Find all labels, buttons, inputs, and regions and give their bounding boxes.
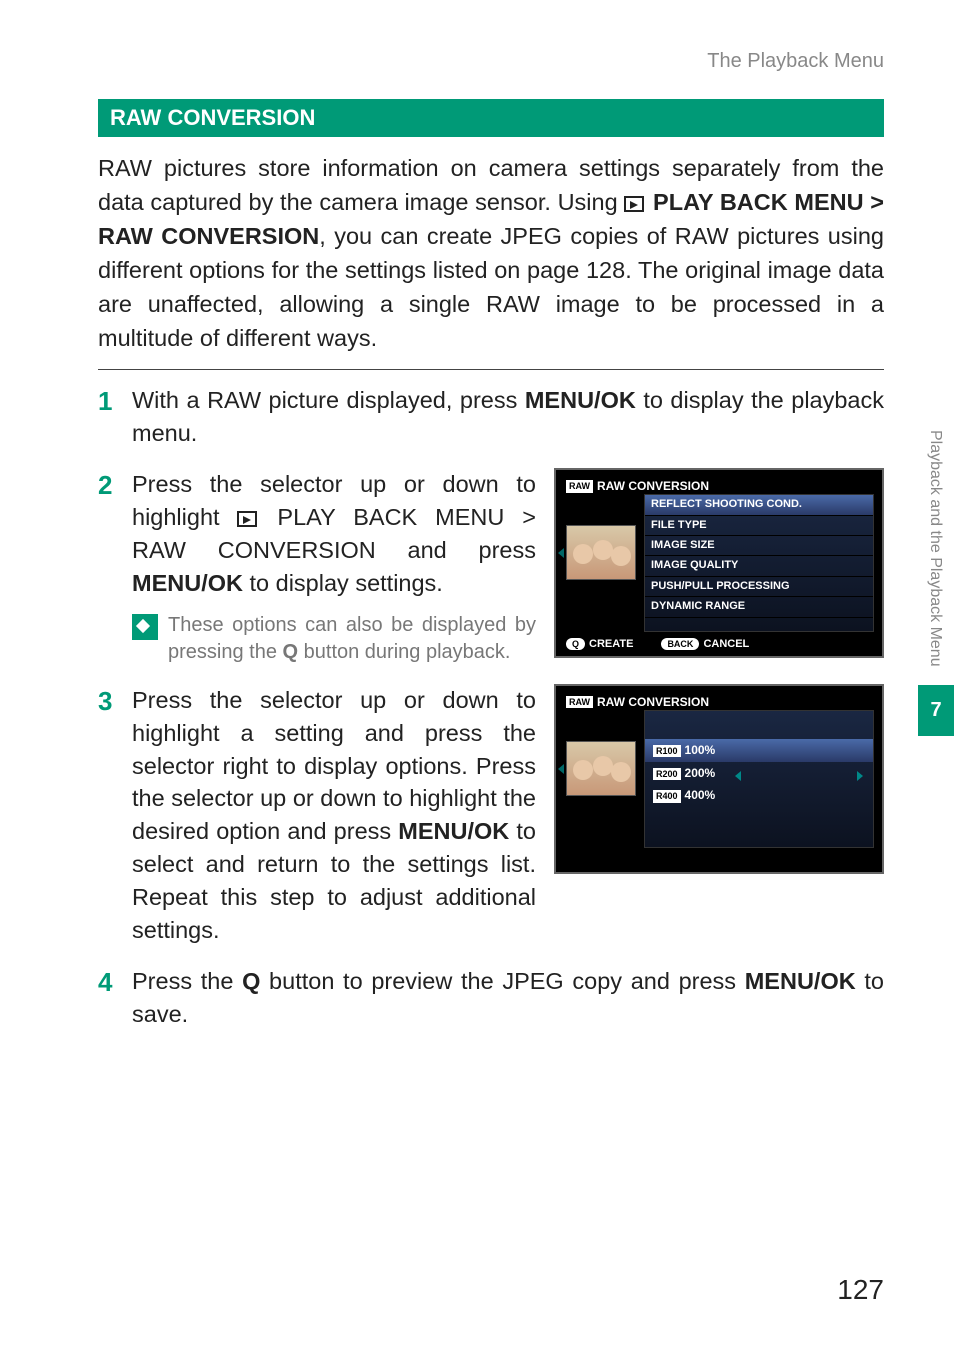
breadcrumb: The Playback Menu xyxy=(98,50,884,73)
option-row-selected: R100 100% xyxy=(645,739,873,762)
menu-item: PUSH/PULL PROCESSING xyxy=(645,577,873,597)
q-button-label: Q xyxy=(242,968,260,994)
option-badge: R100 xyxy=(653,745,681,758)
step-body: Press the selector up or down to highlig… xyxy=(132,684,884,947)
intro-paragraph: RAW pictures store information on camera… xyxy=(98,151,884,355)
menu-ok-label: MENU/OK xyxy=(525,387,636,413)
menu-ok-label: MENU/OK xyxy=(398,818,509,844)
step-body: With a RAW picture displayed, press MENU… xyxy=(132,384,884,450)
screen2-options: R100 100% R200 200% R400 400% xyxy=(644,710,874,848)
screen2-title-text: RAW CONVERSION xyxy=(597,695,709,709)
option-label: 200% xyxy=(685,766,716,780)
step-3: 3 Press the selector up or down to highl… xyxy=(98,684,884,947)
option-label: 400% xyxy=(685,788,716,802)
step2-text-b: and press xyxy=(376,537,536,563)
side-tab-chapter: 7 xyxy=(918,685,954,736)
menu-item: DYNAMIC RANGE xyxy=(645,597,873,617)
left-arrow-icon xyxy=(558,548,564,558)
screen1-title-text: RAW CONVERSION xyxy=(597,479,709,493)
menu-item: FILE TYPE xyxy=(645,516,873,536)
step4-text-b: button to preview the JPEG copy and pres… xyxy=(260,968,744,994)
playback-menu-icon xyxy=(237,511,257,527)
section-title-bar: RAW CONVERSION xyxy=(98,99,884,137)
steps-list: 1 With a RAW picture displayed, press ME… xyxy=(98,384,884,1030)
side-tab: Playback and the Playback Menu 7 xyxy=(918,430,954,736)
screen1-footer: Q CREATE BACK CANCEL xyxy=(566,637,872,652)
raw-badge: RAW xyxy=(566,480,593,493)
menu-item-selected: REFLECT SHOOTING COND. xyxy=(645,495,873,515)
intro-sep: > xyxy=(864,189,884,215)
intro-menu-1: PLAY BACK MENU xyxy=(653,189,864,215)
tip-note: These options can also be displayed by p… xyxy=(132,612,536,666)
step2-menu1: PLAY BACK MENU xyxy=(277,504,504,530)
footer-create: Q CREATE xyxy=(566,637,633,652)
q-pill: Q xyxy=(566,638,585,651)
step-body: Press the selector up or down to highlig… xyxy=(132,468,884,666)
q-button-label: Q xyxy=(283,641,299,663)
step-2: 2 Press the selector up or down to highl… xyxy=(98,468,884,666)
option-badge: R400 xyxy=(653,790,681,803)
step2-sep: > xyxy=(504,504,536,530)
create-label: CREATE xyxy=(589,638,633,650)
thumbnail-preview xyxy=(566,525,636,580)
menu-item: IMAGE SIZE xyxy=(645,536,873,556)
side-tab-label: Playback and the Playback Menu xyxy=(918,430,952,685)
option-left-arrow-icon xyxy=(735,771,741,781)
menu-ok-label: MENU/OK xyxy=(745,968,856,994)
page-number: 127 xyxy=(837,1274,884,1306)
playback-menu-icon xyxy=(624,196,644,212)
back-pill: BACK xyxy=(661,638,699,651)
step-4: 4 Press the Q button to preview the JPEG… xyxy=(98,965,884,1031)
raw-badge: RAW xyxy=(566,696,593,709)
step4-text-a: Press the xyxy=(132,968,242,994)
tip-text: These options can also be displayed by p… xyxy=(168,612,536,666)
page-content: The Playback Menu RAW CONVERSION RAW pic… xyxy=(0,0,954,1089)
step1-text-a: With a RAW picture displayed, press xyxy=(132,387,525,413)
intro-menu-2: RAW CONVERSION xyxy=(98,223,319,249)
step-number: 4 xyxy=(98,965,132,1031)
step-body: Press the Q button to preview the JPEG c… xyxy=(132,965,884,1031)
divider xyxy=(98,369,884,370)
step2-menu2: RAW CONVERSION xyxy=(132,537,376,563)
camera-screen-1: RAW RAW CONVERSION REFLECT SHOOTING COND.… xyxy=(554,468,884,658)
menu-item: IMAGE QUALITY xyxy=(645,556,873,576)
screen1-title: RAW RAW CONVERSION xyxy=(566,478,709,495)
camera-screen-2: RAWRAW CONVERSION R100100% R2002 xyxy=(554,684,884,874)
step2-text-c: to display settings. xyxy=(243,570,443,596)
step-number: 1 xyxy=(98,384,132,450)
tip-icon xyxy=(132,614,158,640)
footer-cancel: BACK CANCEL xyxy=(661,637,749,652)
screen1-menu: REFLECT SHOOTING COND. FILE TYPE IMAGE S… xyxy=(644,494,874,632)
left-arrow-icon xyxy=(558,764,564,774)
screen2-title: RAW RAW CONVERSION xyxy=(566,694,709,711)
step-number: 3 xyxy=(98,684,132,947)
step-1: 1 With a RAW picture displayed, press ME… xyxy=(98,384,884,450)
option-row: R200 200% xyxy=(645,762,873,785)
option-row: R400 400% xyxy=(645,784,873,807)
step-number: 2 xyxy=(98,468,132,666)
option-right-arrow-icon xyxy=(857,771,863,781)
option-label: 100% xyxy=(685,743,716,757)
option-badge: R200 xyxy=(653,768,681,781)
cancel-label: CANCEL xyxy=(703,638,749,650)
thumbnail-preview xyxy=(566,741,636,796)
menu-ok-label: MENU/OK xyxy=(132,570,243,596)
tip-b: button during playback. xyxy=(298,641,510,663)
